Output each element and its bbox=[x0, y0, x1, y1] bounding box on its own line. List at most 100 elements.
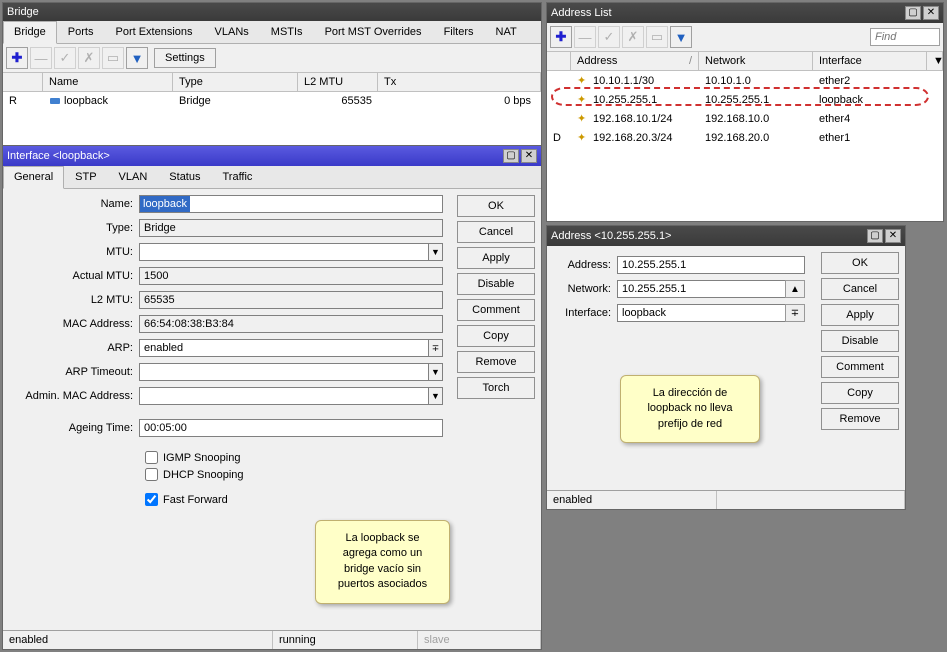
addr-titlebar[interactable]: Address <10.255.255.1> ▢ ✕ bbox=[547, 226, 905, 246]
filter-icon[interactable]: ▼ bbox=[126, 47, 148, 69]
addrlist-titlebar[interactable]: Address List ▢ ✕ bbox=[547, 3, 943, 23]
close-icon[interactable]: ✕ bbox=[521, 149, 537, 163]
torch-button[interactable]: Torch bbox=[457, 377, 535, 399]
label-mac: MAC Address: bbox=[11, 318, 139, 330]
table-row[interactable]: ✦192.168.10.1/24 192.168.10.0 ether4 bbox=[547, 109, 943, 128]
bridge-titlebar[interactable]: Bridge bbox=[3, 3, 541, 21]
mtu-field[interactable] bbox=[139, 243, 429, 261]
label-ageing: Ageing Time: bbox=[11, 422, 139, 434]
disable-icon[interactable]: ✗ bbox=[622, 26, 644, 48]
col-type[interactable]: Type bbox=[173, 73, 298, 91]
dhcp-checkbox[interactable] bbox=[145, 468, 158, 481]
settings-button[interactable]: Settings bbox=[154, 48, 216, 68]
tab-filters[interactable]: Filters bbox=[433, 21, 485, 43]
ff-checkbox[interactable] bbox=[145, 493, 158, 506]
ok-button[interactable]: OK bbox=[821, 252, 899, 274]
col-menu[interactable]: ▼ bbox=[927, 52, 943, 70]
col-tx[interactable]: Tx bbox=[378, 73, 541, 91]
dropdown-icon[interactable]: ▼ bbox=[429, 243, 443, 261]
tab-nat[interactable]: NAT bbox=[485, 21, 528, 43]
dropdown-icon[interactable]: ∓ bbox=[429, 339, 443, 357]
cancel-button[interactable]: Cancel bbox=[821, 278, 899, 300]
dropdown-icon[interactable]: ▼ bbox=[429, 387, 443, 405]
comment-icon[interactable]: ▭ bbox=[646, 26, 668, 48]
tab-status[interactable]: Status bbox=[158, 166, 211, 188]
tab-vlan[interactable]: VLAN bbox=[108, 166, 159, 188]
minimize-icon[interactable]: ▢ bbox=[867, 229, 883, 243]
label-name: Name: bbox=[11, 198, 139, 210]
network-field[interactable]: 10.255.255.1 bbox=[617, 280, 786, 298]
enable-icon[interactable]: ✓ bbox=[598, 26, 620, 48]
tab-vlans[interactable]: VLANs bbox=[204, 21, 260, 43]
col-network[interactable]: Network bbox=[699, 52, 813, 70]
comment-button[interactable]: Comment bbox=[457, 299, 535, 321]
tab-mstis[interactable]: MSTIs bbox=[260, 21, 314, 43]
comment-icon[interactable]: ▭ bbox=[102, 47, 124, 69]
find-input[interactable] bbox=[870, 28, 940, 46]
table-row[interactable]: R loopback Bridge 65535 0 bps bbox=[3, 92, 541, 110]
interface-field[interactable]: loopback bbox=[617, 304, 786, 322]
apply-button[interactable]: Apply bbox=[821, 304, 899, 326]
dropdown-icon[interactable]: ▼ bbox=[429, 363, 443, 381]
tab-bridge[interactable]: Bridge bbox=[3, 21, 57, 44]
disable-button[interactable]: Disable bbox=[821, 330, 899, 352]
row-flag: R bbox=[3, 94, 43, 108]
amtu-field: 1500 bbox=[139, 267, 443, 285]
enable-icon[interactable]: ✓ bbox=[54, 47, 76, 69]
remove-icon[interactable]: — bbox=[30, 47, 52, 69]
up-icon[interactable]: ▲ bbox=[785, 280, 805, 298]
close-icon[interactable]: ✕ bbox=[923, 6, 939, 20]
address-field[interactable]: 10.255.255.1 bbox=[617, 256, 805, 274]
tab-stp[interactable]: STP bbox=[64, 166, 107, 188]
ageing-field[interactable]: 00:05:00 bbox=[139, 419, 443, 437]
tab-port-extensions[interactable]: Port Extensions bbox=[104, 21, 203, 43]
minimize-icon[interactable]: ▢ bbox=[503, 149, 519, 163]
label-if: Interface: bbox=[557, 307, 617, 319]
interface-window: Interface <loopback> ▢ ✕ General STP VLA… bbox=[2, 145, 542, 650]
label-addr: Address: bbox=[557, 259, 617, 271]
apply-button[interactable]: Apply bbox=[457, 247, 535, 269]
addrlist-grid-body: ✦10.10.1.1/30 10.10.1.0 ether2 ✦10.255.2… bbox=[547, 71, 943, 221]
arp-field[interactable]: enabled bbox=[139, 339, 429, 357]
col-address[interactable]: Address/ bbox=[571, 52, 699, 70]
remove-button[interactable]: Remove bbox=[457, 351, 535, 373]
add-icon[interactable]: ✚ bbox=[6, 47, 28, 69]
copy-button[interactable]: Copy bbox=[821, 382, 899, 404]
arpto-field[interactable] bbox=[139, 363, 429, 381]
tag-icon: ✦ bbox=[577, 74, 593, 87]
col-flag[interactable] bbox=[3, 73, 43, 91]
remove-icon[interactable]: — bbox=[574, 26, 596, 48]
annotation-note: La loopback se agrega como un bridge vac… bbox=[315, 520, 450, 604]
tab-ports[interactable]: Ports bbox=[57, 21, 105, 43]
col-l2mtu[interactable]: L2 MTU bbox=[298, 73, 378, 91]
bridge-grid-body: R loopback Bridge 65535 0 bps bbox=[3, 92, 541, 149]
comment-button[interactable]: Comment bbox=[821, 356, 899, 378]
col-interface[interactable]: Interface bbox=[813, 52, 927, 70]
col-name[interactable]: Name bbox=[43, 73, 173, 91]
label-amtu: Actual MTU: bbox=[11, 270, 139, 282]
label-arpto: ARP Timeout: bbox=[11, 366, 139, 378]
filter-icon[interactable]: ▼ bbox=[670, 26, 692, 48]
tab-traffic[interactable]: Traffic bbox=[211, 166, 263, 188]
igmp-checkbox[interactable] bbox=[145, 451, 158, 464]
tab-port-mst[interactable]: Port MST Overrides bbox=[314, 21, 433, 43]
table-row[interactable]: D ✦192.168.20.3/24 192.168.20.0 ether1 bbox=[547, 128, 943, 147]
table-row[interactable]: ✦10.10.1.1/30 10.10.1.0 ether2 bbox=[547, 71, 943, 90]
close-icon[interactable]: ✕ bbox=[885, 229, 901, 243]
disable-icon[interactable]: ✗ bbox=[78, 47, 100, 69]
minimize-icon[interactable]: ▢ bbox=[905, 6, 921, 20]
disable-button[interactable]: Disable bbox=[457, 273, 535, 295]
add-icon[interactable]: ✚ bbox=[550, 26, 572, 48]
tab-general[interactable]: General bbox=[3, 166, 64, 189]
ok-button[interactable]: OK bbox=[457, 195, 535, 217]
table-row[interactable]: ✦10.255.255.1 10.255.255.1 loopback bbox=[547, 90, 943, 109]
remove-button[interactable]: Remove bbox=[821, 408, 899, 430]
dropdown-icon[interactable]: ∓ bbox=[785, 304, 805, 322]
interface-titlebar[interactable]: Interface <loopback> ▢ ✕ bbox=[3, 146, 541, 166]
label-net: Network: bbox=[557, 283, 617, 295]
name-field[interactable]: loopback bbox=[139, 195, 443, 213]
col-flag[interactable] bbox=[547, 52, 571, 70]
adminmac-field[interactable] bbox=[139, 387, 429, 405]
copy-button[interactable]: Copy bbox=[457, 325, 535, 347]
cancel-button[interactable]: Cancel bbox=[457, 221, 535, 243]
